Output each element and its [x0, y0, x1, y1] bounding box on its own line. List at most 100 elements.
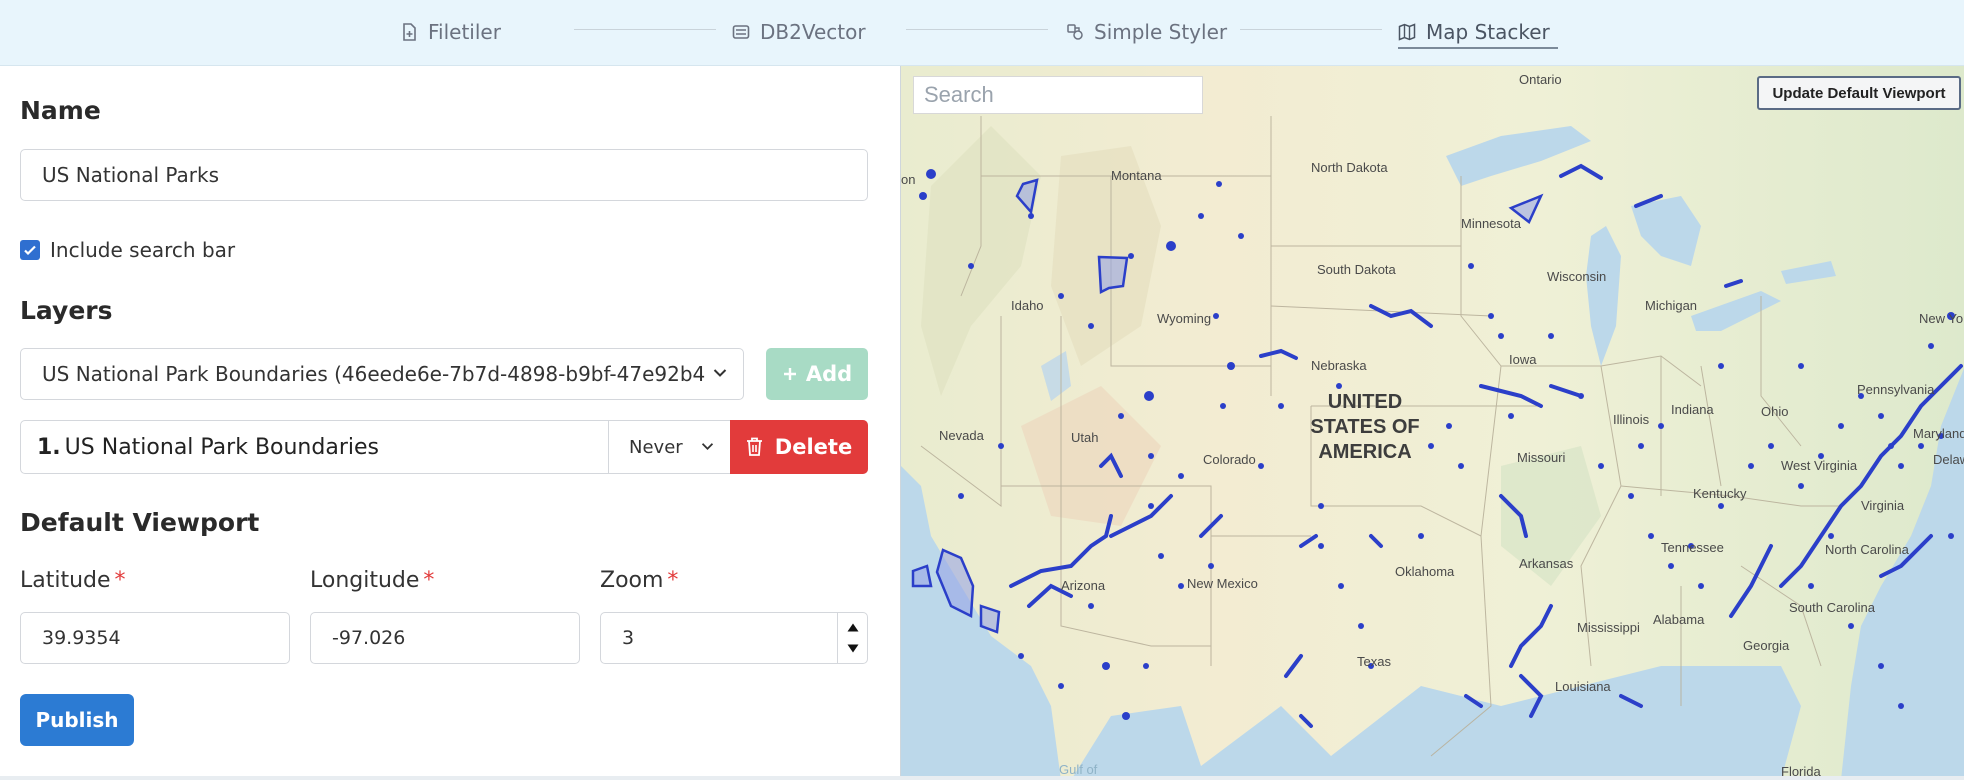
map-label: Gulf of	[1059, 762, 1098, 777]
name-heading: Name	[20, 96, 101, 125]
nav-label: Simple Styler	[1094, 20, 1228, 44]
latitude-label: Latitude *	[20, 568, 126, 593]
zoom-value: 3	[622, 627, 635, 649]
map-label: South Dakota	[1317, 262, 1396, 277]
required-mark: *	[114, 568, 126, 593]
map-label: Louisiana	[1555, 679, 1611, 694]
longitude-label: Longitude *	[310, 568, 434, 593]
name-input[interactable]: US National Parks	[20, 149, 868, 201]
layers-heading: Layers	[20, 296, 113, 325]
map-label: Texas	[1357, 654, 1391, 669]
map-label: Wisconsin	[1547, 269, 1607, 284]
active-tab-indicator	[1398, 47, 1558, 49]
map-view[interactable]: Ontario North Dakota Montana Minnesota S…	[900, 66, 1964, 780]
default-viewport-heading: Default Viewport	[20, 508, 260, 537]
database-icon	[732, 25, 750, 39]
map-label: Nevada	[939, 428, 984, 443]
add-layer-button[interactable]: Add	[766, 348, 868, 400]
map-label: Wyoming	[1157, 311, 1212, 326]
map-label: Nebraska	[1311, 358, 1367, 373]
chevron-down-icon	[701, 443, 714, 451]
required-mark: *	[423, 568, 435, 593]
layer-index: 1.	[37, 434, 61, 460]
map-label: New York	[1919, 311, 1964, 326]
map-label: South Carolina	[1789, 600, 1875, 615]
nav-item-simple-styler[interactable]: Simple Styler	[1066, 14, 1227, 50]
nav-item-map-stacker[interactable]: Map Stacker	[1398, 14, 1550, 50]
map-label: Alabama	[1653, 612, 1705, 627]
layer-row: 1. US National Park Boundaries Never Del…	[20, 420, 868, 474]
zoom-stepper[interactable]	[837, 613, 867, 663]
map-label: Iowa	[1509, 352, 1537, 367]
publish-button[interactable]: Publish	[20, 694, 134, 746]
trash-icon	[746, 437, 762, 456]
map-label: Indiana	[1671, 402, 1714, 417]
caret-down-icon[interactable]	[847, 644, 859, 653]
map-label: North Carolina	[1825, 542, 1909, 557]
required-mark: *	[667, 568, 679, 593]
latitude-label-text: Latitude	[20, 568, 111, 593]
layer-select-value: US National Park Boundaries (46eede6e-7b…	[42, 362, 706, 386]
map-icon	[1398, 23, 1416, 41]
nav-divider	[574, 29, 716, 30]
park-grand-canyon-region	[1009, 514, 1113, 588]
layer-visibility-value: Never	[629, 436, 683, 458]
park-yellowstone	[1097, 255, 1129, 294]
zoom-label: Zoom *	[600, 568, 678, 593]
map-label: Colorado	[1203, 452, 1256, 467]
map-label: Arizona	[1061, 578, 1106, 593]
park-glen-canyon	[1109, 494, 1173, 538]
map-label: Michigan	[1645, 298, 1698, 313]
zoom-label-text: Zoom	[600, 568, 664, 593]
map-label: Idaho	[1011, 298, 1044, 313]
map-label: Oklahoma	[1395, 564, 1455, 579]
map-label: Illinois	[1613, 412, 1650, 427]
bottom-scroll-edge	[0, 776, 1964, 780]
map-label: Arkansas	[1519, 556, 1574, 571]
park-glacier	[1015, 178, 1039, 215]
map-label: Utah	[1071, 430, 1099, 445]
nav-label: DB2Vector	[760, 20, 866, 44]
add-label: Add	[805, 362, 853, 386]
map-label: West Virginia	[1781, 458, 1858, 473]
nav-item-filetiler[interactable]: Filetiler	[400, 14, 501, 50]
map-label: Tennessee	[1661, 540, 1724, 555]
longitude-input[interactable]: -97.026	[310, 612, 580, 664]
map-label: Minnesota	[1461, 216, 1521, 231]
nav-divider	[1240, 29, 1382, 30]
layer-visibility-select[interactable]: Never	[608, 421, 730, 473]
park-joshua-tree	[979, 604, 1001, 634]
nav-divider	[906, 29, 1048, 30]
map-label: Georgia	[1743, 638, 1790, 653]
nav-item-db2vector[interactable]: DB2Vector	[732, 14, 866, 50]
layer-select[interactable]: US National Park Boundaries (46eede6e-7b…	[20, 348, 744, 400]
map-label: Ontario	[1519, 72, 1562, 87]
country-label: UNITED STATES OF AMERICA	[1310, 391, 1420, 463]
map-label: Maryland	[1913, 426, 1964, 441]
map-label: Mississippi	[1577, 620, 1640, 635]
palette-icon	[1067, 24, 1083, 40]
file-plus-icon	[403, 23, 416, 41]
nav-label: Map Stacker	[1426, 20, 1550, 44]
delete-layer-button[interactable]: Delete	[730, 420, 868, 474]
chevron-down-icon	[713, 369, 727, 377]
layer-name: 1. US National Park Boundaries	[21, 421, 608, 473]
map-label: New Mexico	[1187, 576, 1258, 591]
map-search-input[interactable]	[913, 76, 1203, 114]
longitude-label-text: Longitude	[310, 568, 420, 593]
latitude-input[interactable]: 39.9354	[20, 612, 290, 664]
caret-up-icon[interactable]	[847, 623, 859, 632]
zoom-input[interactable]: 3	[600, 612, 868, 664]
map-label: Delaware	[1933, 452, 1964, 467]
layer-title: US National Park Boundaries	[64, 434, 379, 460]
include-search-checkbox[interactable]	[20, 240, 40, 260]
map-label: Montana	[1111, 168, 1162, 183]
update-default-viewport-button[interactable]: Update Default Viewport	[1757, 76, 1961, 110]
park-yosemite	[911, 564, 933, 588]
include-search-label: Include search bar	[50, 238, 236, 262]
delete-label: Delete	[774, 435, 853, 459]
plus-icon	[783, 368, 796, 380]
check-icon	[24, 245, 36, 256]
map-label: Missouri	[1517, 450, 1566, 465]
include-search-row[interactable]: Include search bar	[20, 238, 235, 262]
